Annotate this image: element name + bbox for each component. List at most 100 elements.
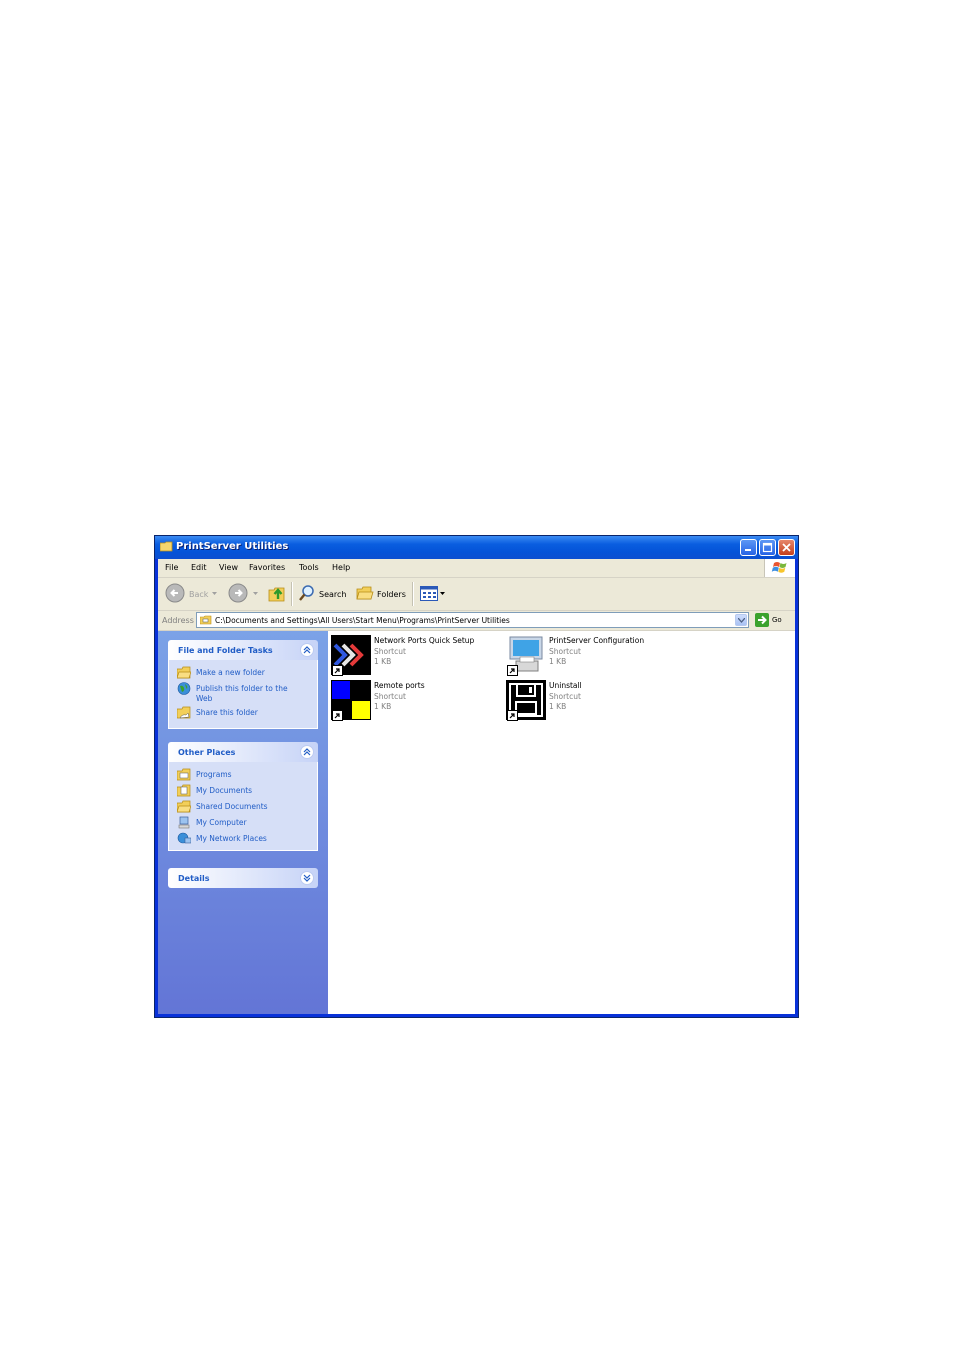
toolbar: Back Search Folders [158, 578, 795, 611]
place-my-network-places[interactable]: My Network Places [177, 832, 312, 846]
title-bar[interactable]: PrintServer Utilities [155, 536, 798, 559]
search-button[interactable]: Search [296, 578, 350, 610]
shared-documents-icon [177, 800, 191, 813]
file-item-printserver-configuration[interactable]: PrintServer Configuration Shortcut 1 KB [506, 635, 676, 677]
task-label: My Documents [196, 786, 253, 795]
task-label: Shared Documents [196, 802, 268, 811]
go-button[interactable]: Go [772, 616, 782, 624]
menu-tools[interactable]: Tools [299, 563, 319, 572]
other-places-header[interactable]: Other Places [168, 742, 318, 762]
file-folder-tasks-header[interactable]: File and Folder Tasks [168, 640, 318, 660]
maximize-icon [762, 542, 773, 553]
collapse-button[interactable] [300, 643, 314, 657]
task-label: Programs [196, 770, 232, 779]
minimize-icon [745, 549, 751, 551]
file-name: PrintServer Configuration [549, 636, 645, 645]
place-programs[interactable]: Programs [177, 768, 312, 782]
maximize-button[interactable] [759, 539, 776, 556]
other-places-panel: Other Places Programs My Documents Share… [168, 742, 318, 851]
search-label: Search [319, 590, 347, 599]
file-name: Uninstall [549, 681, 582, 690]
menu-favorites[interactable]: Favorites [249, 563, 285, 572]
panel-title: Other Places [178, 748, 236, 757]
file-size: 1 KB [549, 702, 567, 711]
toolbar-separator [291, 582, 293, 606]
task-make-new-folder[interactable]: Make a new folder [177, 666, 312, 680]
file-folder-tasks-panel: File and Folder Tasks Make a new folder … [168, 640, 318, 729]
file-item-uninstall[interactable]: Uninstall Shortcut 1 KB [506, 680, 676, 722]
chevron-down-icon [212, 592, 217, 595]
task-share-folder[interactable]: Share this folder [177, 706, 312, 720]
place-shared-documents[interactable]: Shared Documents [177, 800, 312, 814]
file-size: 1 KB [374, 702, 392, 711]
folders-button[interactable]: Folders [354, 578, 410, 610]
file-item-network-ports[interactable]: Network Ports Quick Setup Shortcut 1 KB [331, 635, 501, 677]
place-my-computer[interactable]: My Computer [177, 816, 312, 830]
up-folder-icon [268, 587, 285, 602]
views-button[interactable] [418, 578, 448, 610]
address-dropdown-button[interactable] [735, 614, 747, 626]
address-input[interactable]: C:\Documents and Settings\All Users\Star… [196, 612, 749, 628]
shortcut-arrow-icon [507, 710, 518, 721]
menu-view[interactable]: View [219, 563, 238, 572]
file-folder-tasks-body: Make a new folder Publish this folder to… [168, 660, 318, 729]
menu-bar: File Edit View Favorites Tools Help [158, 559, 795, 578]
task-label: Make a new folder [196, 668, 265, 677]
menu-edit[interactable]: Edit [191, 563, 207, 572]
my-computer-icon [178, 816, 190, 829]
address-path: C:\Documents and Settings\All Users\Star… [215, 616, 510, 625]
windows-flag-icon [771, 562, 787, 573]
share-folder-icon [177, 706, 191, 719]
shortcut-arrow-icon [332, 665, 343, 676]
window-client: File Edit View Favorites Tools Help Back… [158, 559, 795, 1014]
back-label: Back [189, 590, 209, 599]
file-type: Shortcut [374, 647, 406, 656]
folders-label: Folders [377, 590, 406, 599]
programs-folder-icon [200, 615, 212, 625]
my-documents-icon [177, 784, 191, 797]
task-label: My Computer [196, 818, 247, 827]
close-button[interactable] [778, 539, 795, 556]
file-item-remote-ports[interactable]: Remote ports Shortcut 1 KB [331, 680, 501, 722]
shortcut-arrow-icon [332, 710, 343, 721]
forward-arrow-icon [228, 583, 248, 603]
go-arrow-icon[interactable] [755, 613, 769, 627]
chevron-down-icon [253, 592, 258, 595]
folders-icon [356, 586, 374, 600]
address-bar: Address C:\Documents and Settings\All Us… [158, 611, 795, 631]
toolbar-separator [412, 582, 414, 606]
globe-icon [177, 682, 191, 695]
expand-button[interactable] [300, 871, 314, 885]
task-label: Publish this folder to the Web [196, 684, 288, 703]
search-icon [299, 585, 314, 601]
place-my-documents[interactable]: My Documents [177, 784, 312, 798]
shortcut-arrow-icon [507, 665, 518, 676]
close-icon [782, 543, 791, 552]
back-button[interactable]: Back [163, 578, 217, 610]
back-arrow-icon [165, 583, 185, 603]
menu-help[interactable]: Help [332, 563, 350, 572]
minimize-button[interactable] [740, 539, 757, 556]
file-list: Network Ports Quick Setup Shortcut 1 KB … [328, 631, 795, 1014]
file-size: 1 KB [549, 657, 567, 666]
window-title: PrintServer Utilities [176, 541, 289, 552]
file-type: Shortcut [549, 647, 581, 656]
up-folder-button[interactable] [266, 578, 288, 610]
file-name: Remote ports [374, 681, 425, 690]
task-pane: File and Folder Tasks Make a new folder … [158, 631, 328, 1014]
details-panel: Details [168, 868, 318, 888]
task-publish-folder[interactable]: Publish this folder to the Web [177, 682, 312, 704]
details-header[interactable]: Details [168, 868, 318, 888]
windows-logo [764, 559, 795, 577]
network-places-icon [177, 832, 191, 844]
menu-file[interactable]: File [165, 563, 178, 572]
programs-folder-icon [177, 768, 191, 781]
forward-button[interactable] [226, 578, 260, 610]
file-name: Network Ports Quick Setup [374, 636, 475, 645]
panel-title: File and Folder Tasks [178, 646, 273, 655]
chevron-up-double-icon [303, 646, 311, 654]
address-label: Address [162, 616, 194, 625]
collapse-button[interactable] [300, 745, 314, 759]
other-places-body: Programs My Documents Shared Documents M… [168, 762, 318, 851]
task-label: Share this folder [196, 708, 258, 717]
